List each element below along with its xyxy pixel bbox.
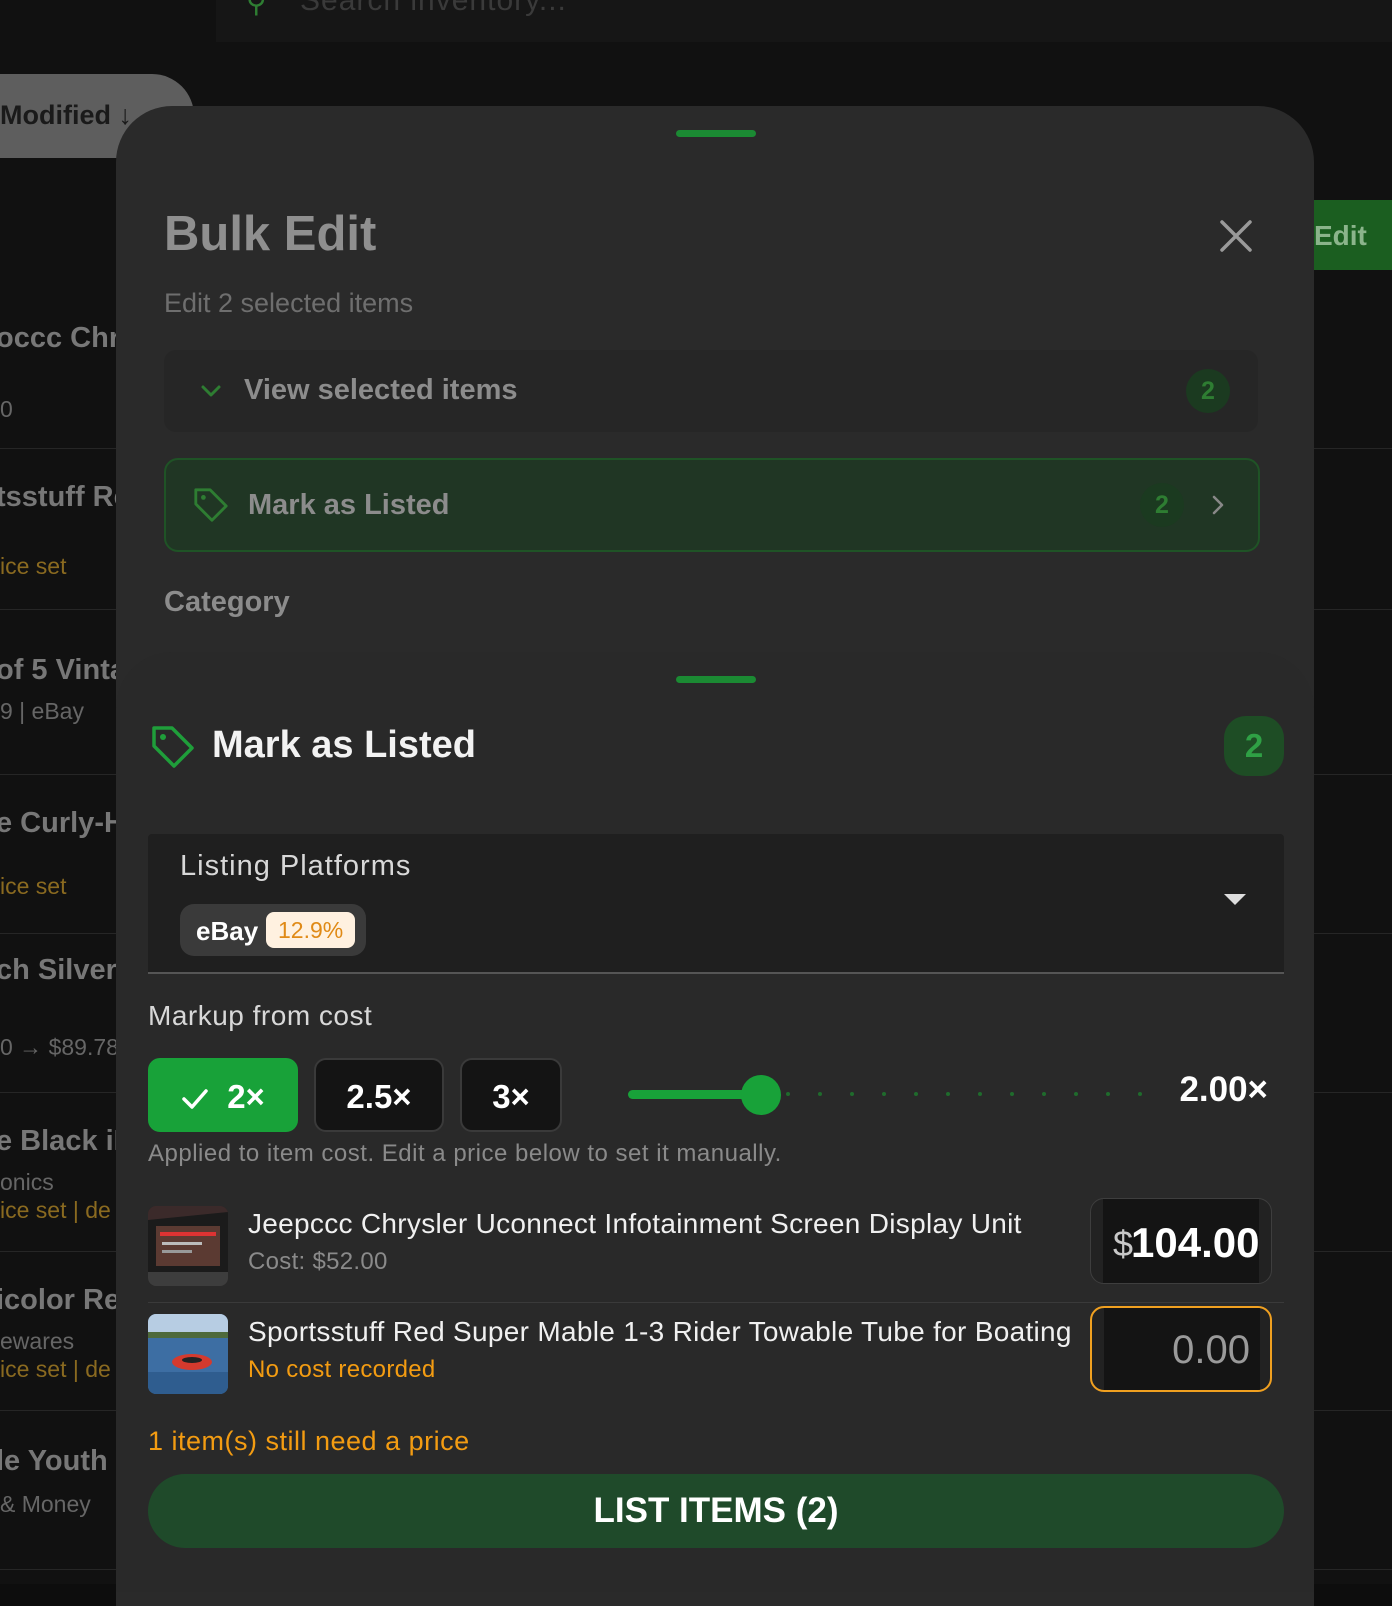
category-heading: Category xyxy=(164,586,290,618)
markup-value: 2.00× xyxy=(1179,1070,1268,1109)
item-thumbnail xyxy=(148,1206,228,1286)
list-item-title: le Youth I xyxy=(0,1445,124,1477)
list-item-title: e Curly-H xyxy=(0,807,125,839)
dropdown-arrow-icon xyxy=(1224,894,1246,905)
view-selected-label: View selected items xyxy=(244,374,518,406)
slider-tick xyxy=(818,1092,822,1096)
item-thumbnail xyxy=(148,1314,228,1394)
price-placeholder: 0.00 xyxy=(1172,1328,1250,1372)
markup-2x-button[interactable]: 2× xyxy=(148,1058,298,1132)
sheet-drag-handle[interactable] xyxy=(676,130,756,137)
list-item-sub: 0 → $89.78 xyxy=(0,1034,119,1060)
slider-tick xyxy=(1106,1092,1110,1096)
edit-button[interactable]: Edit xyxy=(1304,200,1392,270)
search-placeholder: Search inventory... xyxy=(300,0,567,17)
slider-tick xyxy=(946,1092,950,1096)
platform-fee-badge: 12.9% xyxy=(266,912,356,948)
list-item: Jeepccc Chrysler Uconnect Infotainment S… xyxy=(148,1196,1284,1303)
item-name: Jeepccc Chrysler Uconnect Infotainment S… xyxy=(248,1208,1022,1239)
tag-icon xyxy=(194,488,228,522)
list-items-button[interactable]: LIST ITEMS (2) xyxy=(148,1474,1284,1548)
list-item-sub: & Money xyxy=(0,1491,91,1517)
price-input[interactable]: $ 104.00 xyxy=(1090,1198,1272,1284)
mark-as-listed-title: Mark as Listed xyxy=(212,724,476,766)
check-icon xyxy=(182,1089,208,1109)
search-icon: ⚲ xyxy=(246,0,267,18)
chevron-right-icon xyxy=(1212,495,1224,515)
listing-platforms-select[interactable]: Listing Platforms eBay 12.9% xyxy=(148,834,1284,974)
markup-2-5x-label: 2.5× xyxy=(346,1078,412,1115)
list-item-sub: ice set | de xyxy=(0,1197,111,1223)
bulk-edit-subtitle: Edit 2 selected items xyxy=(164,288,414,318)
markup-3x-label: 3× xyxy=(492,1078,530,1115)
slider-tick xyxy=(978,1092,982,1096)
item-name: Sportsstuff Red Super Mable 1-3 Rider To… xyxy=(248,1316,1072,1347)
slider-tick xyxy=(850,1092,854,1096)
mark-as-listed-sheet: Mark as Listed 2 Listing Platforms eBay … xyxy=(116,652,1314,1592)
top-bar: ⚲ Search inventory... xyxy=(0,0,1392,58)
item-cost-warning: No cost recorded xyxy=(248,1356,436,1383)
slider-tick xyxy=(1010,1092,1014,1096)
search-input[interactable]: ⚲ Search inventory... xyxy=(216,0,1392,42)
chevron-down-icon xyxy=(201,385,221,397)
close-icon[interactable] xyxy=(1216,216,1256,256)
item-cost: Cost: $52.00 xyxy=(248,1248,388,1275)
sort-label: Modified ↓ xyxy=(0,100,132,130)
list-item-sub: ice set | de xyxy=(0,1356,111,1382)
list-item-sub: 0 xyxy=(0,396,13,422)
view-selected-items-toggle[interactable]: View selected items 2 xyxy=(164,350,1258,432)
list-item-title: tsstuff Re xyxy=(0,481,130,513)
markup-label: Markup from cost xyxy=(148,1000,373,1031)
missing-price-warning: 1 item(s) still need a price xyxy=(148,1426,470,1456)
slider-tick xyxy=(914,1092,918,1096)
markup-3x-button[interactable]: 3× xyxy=(460,1058,562,1132)
selected-count-badge: 2 xyxy=(1186,369,1230,413)
list-item-sub: ice set xyxy=(0,553,67,579)
mark-as-listed-row[interactable]: Mark as Listed 2 xyxy=(164,458,1260,552)
markup-2-5x-button[interactable]: 2.5× xyxy=(314,1058,444,1132)
tag-icon xyxy=(152,726,194,768)
markup-2x-label: 2× xyxy=(227,1078,265,1115)
mark-listed-count-badge: 2 xyxy=(1140,483,1184,527)
slider-tick xyxy=(882,1092,886,1096)
list-item-sub: onics xyxy=(0,1169,54,1195)
platform-name: eBay xyxy=(196,916,259,946)
list-item-title: e Black iP xyxy=(0,1125,134,1157)
sheet-drag-handle[interactable] xyxy=(676,676,756,683)
slider-tick xyxy=(1042,1092,1046,1096)
bulk-edit-title: Bulk Edit xyxy=(164,207,377,261)
list-item: Sportsstuff Red Super Mable 1-3 Rider To… xyxy=(148,1304,1284,1410)
markup-hint: Applied to item cost. Edit a price below… xyxy=(148,1140,782,1167)
list-item-sub: ewares xyxy=(0,1328,75,1354)
slider-tick xyxy=(1138,1092,1142,1096)
platform-chip-ebay[interactable]: eBay 12.9% xyxy=(180,904,366,956)
listing-platforms-label: Listing Platforms xyxy=(180,850,412,882)
item-count-badge: 2 xyxy=(1224,716,1284,776)
mark-as-listed-label: Mark as Listed xyxy=(248,489,450,521)
slider-thumb[interactable] xyxy=(741,1075,781,1115)
price-value: 104.00 xyxy=(1131,1219,1260,1266)
slider-tick xyxy=(786,1092,790,1096)
price-input[interactable]: 0.00 xyxy=(1090,1306,1272,1392)
list-item-title: of 5 Vinta xyxy=(0,654,126,686)
slider-tick xyxy=(1074,1092,1078,1096)
markup-slider[interactable] xyxy=(628,1070,1142,1120)
list-item-sub: ice set xyxy=(0,873,67,899)
list-item-sub: 9 | eBay xyxy=(0,698,84,724)
edit-button-label: Edit xyxy=(1314,220,1367,251)
